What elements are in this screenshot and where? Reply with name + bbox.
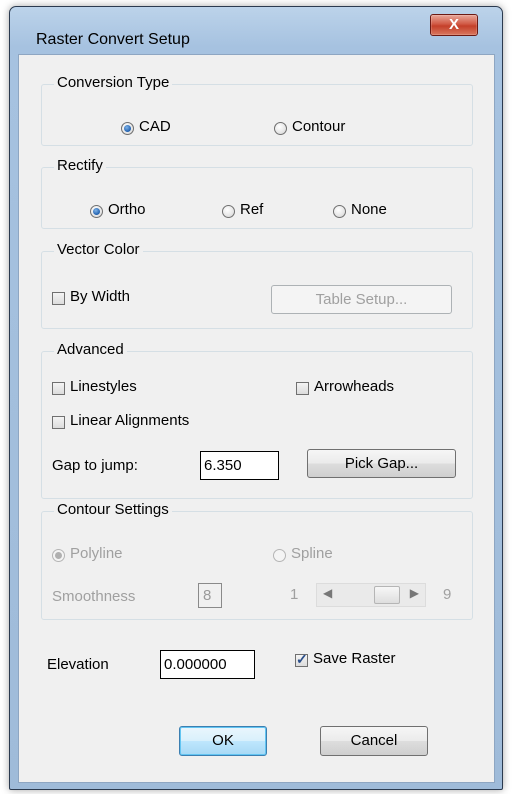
smoothness-input[interactable]: 8 (198, 583, 222, 608)
table-setup-button[interactable]: Table Setup... (271, 285, 452, 314)
gap-to-jump-input[interactable]: 6.350 (200, 451, 279, 480)
elevation-input[interactable]: 0.000000 (160, 650, 255, 679)
ok-button[interactable]: OK (179, 726, 267, 756)
conversion-type-group: Conversion Type CAD Contour (41, 74, 473, 146)
ref-label: Ref (240, 201, 264, 218)
by-width-checkbox[interactable] (52, 292, 65, 305)
none-label: None (351, 201, 387, 218)
window-title: Raster Convert Setup (36, 31, 190, 48)
contour-settings-legend: Contour Settings (54, 501, 172, 518)
ortho-radio[interactable] (90, 205, 103, 218)
conversion-type-legend: Conversion Type (54, 74, 173, 91)
cancel-button[interactable]: Cancel (320, 726, 428, 756)
arrowheads-checkbox[interactable] (296, 382, 309, 395)
linestyles-checkbox[interactable] (52, 382, 65, 395)
advanced-legend: Advanced (54, 341, 127, 358)
cad-label: CAD (139, 118, 171, 135)
arrowheads-label: Arrowheads (314, 378, 395, 395)
slider-left-arrow-icon[interactable]: ◀ (323, 586, 332, 600)
dialog-window: Raster Convert Setup X Conversion Type C… (9, 6, 503, 790)
linestyles-label: Linestyles (70, 378, 137, 395)
spline-label: Spline (291, 545, 333, 562)
spline-radio[interactable] (273, 549, 286, 562)
vector-color-legend: Vector Color (54, 241, 143, 258)
vector-color-group: Vector Color By Width Table Setup... (41, 241, 473, 329)
dialog-client-area: Conversion Type CAD Contour Rectify Orth… (18, 54, 495, 783)
cad-radio[interactable] (121, 122, 134, 135)
contour-radio[interactable] (274, 122, 287, 135)
contour-settings-group: Contour Settings Polyline Spline Smoothn… (41, 501, 473, 620)
save-raster-label: Save Raster (313, 650, 396, 667)
pick-gap-button[interactable]: Pick Gap... (307, 449, 456, 478)
slider-max-label: 9 (443, 586, 452, 603)
advanced-group: Advanced Linestyles Arrowheads Linear Al… (41, 341, 473, 499)
smoothness-slider[interactable]: ◀ ▶ (316, 583, 426, 607)
rectify-group: Rectify Ortho Ref None (41, 157, 473, 229)
ortho-label: Ortho (108, 201, 146, 218)
slider-min-label: 1 (290, 586, 299, 603)
by-width-label: By Width (70, 288, 131, 305)
elevation-label: Elevation (47, 656, 109, 673)
polyline-radio[interactable] (52, 549, 65, 562)
polyline-label: Polyline (70, 545, 123, 562)
contour-label: Contour (292, 118, 346, 135)
none-radio[interactable] (333, 205, 346, 218)
smoothness-label: Smoothness (52, 588, 136, 605)
linear-alignments-checkbox[interactable] (52, 416, 65, 429)
ref-radio[interactable] (222, 205, 235, 218)
rectify-legend: Rectify (54, 157, 106, 174)
gap-to-jump-label: Gap to jump: (52, 457, 138, 474)
slider-right-arrow-icon[interactable]: ▶ (410, 586, 419, 600)
save-raster-checkbox[interactable] (295, 651, 308, 668)
slider-thumb[interactable] (374, 586, 400, 604)
close-button[interactable]: X (430, 14, 478, 36)
linear-alignments-label: Linear Alignments (70, 412, 190, 429)
